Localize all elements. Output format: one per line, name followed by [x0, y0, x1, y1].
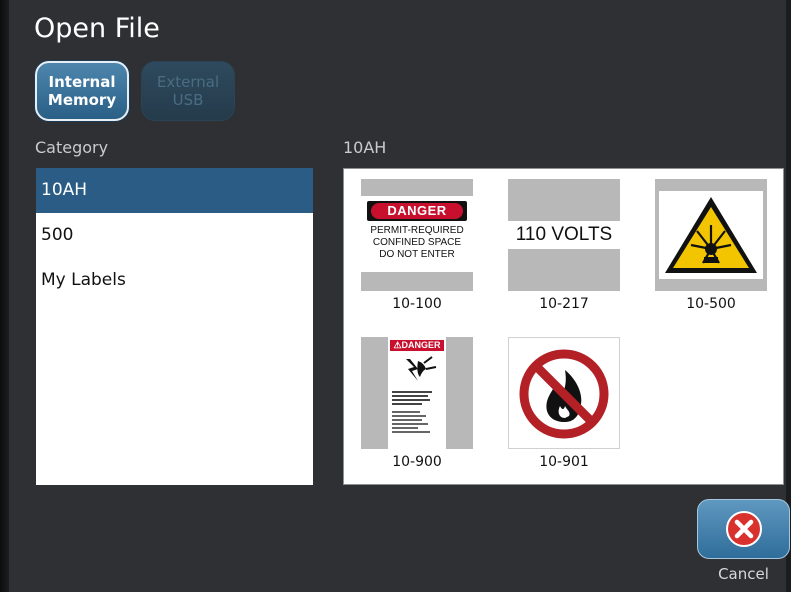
warning-triangle-icon: ⚠	[393, 340, 402, 350]
sign-line-1: PERMIT-REQUIRED	[370, 225, 464, 236]
electrocution-icon	[406, 356, 437, 381]
file-name: 10-500	[686, 296, 736, 312]
sign-line-2: CONFINED SPACE	[372, 237, 462, 248]
internal-memory-label-line1: Internal	[48, 73, 116, 91]
external-usb-button[interactable]: External USB	[141, 61, 235, 121]
file-thumbnail-10-900[interactable]: ⚠DANGER 10-900	[361, 337, 473, 472]
file-thumbnail-panel: DANGER PERMIT-REQUIRED CONFINED SPACE DO…	[343, 168, 784, 485]
external-usb-label-line1: External	[156, 73, 220, 91]
cancel-button[interactable]	[697, 499, 790, 559]
sign-background	[659, 191, 763, 279]
file-thumbnail-10-100[interactable]: DANGER PERMIT-REQUIRED CONFINED SPACE DO…	[361, 179, 473, 314]
file-thumbnail-10-500[interactable]: 10-500	[655, 179, 767, 314]
close-icon	[725, 511, 762, 547]
window-edge	[0, 0, 9, 592]
sign-header-text: DANGER	[401, 340, 441, 350]
file-thumbnail-10-217[interactable]: 110 VOLTS 10-217	[508, 179, 620, 314]
files-header: 10AH	[343, 138, 387, 157]
sign-danger-header: DANGER	[371, 203, 463, 219]
label-preview	[508, 337, 620, 449]
fine-print	[392, 391, 434, 435]
file-thumbnail-10-901[interactable]: 10-901	[508, 337, 620, 472]
category-list: 10AH 500 My Labels	[36, 168, 313, 485]
category-item-500[interactable]: 500	[36, 213, 313, 258]
label-preview: 110 VOLTS	[508, 179, 620, 291]
file-name: 10-901	[539, 454, 589, 470]
label-preview: ⚠DANGER	[361, 337, 473, 449]
sign-danger-header: ⚠DANGER	[390, 340, 444, 351]
internal-memory-label-line2: Memory	[47, 91, 117, 109]
category-header: Category	[35, 138, 109, 157]
sign-line-3: DO NOT ENTER	[379, 249, 455, 260]
internal-memory-button[interactable]: Internal Memory	[35, 61, 129, 121]
explosive-hazard-icon	[665, 197, 757, 273]
category-item-my-labels[interactable]: My Labels	[36, 258, 313, 303]
external-usb-label-line2: USB	[172, 91, 204, 109]
sign-header-bar: DANGER	[367, 201, 467, 221]
file-name: 10-217	[539, 296, 589, 312]
dialog-title: Open File	[34, 13, 160, 44]
file-name: 10-100	[392, 296, 442, 312]
label-preview: DANGER PERMIT-REQUIRED CONFINED SPACE DO…	[361, 179, 473, 291]
sign-background: DANGER PERMIT-REQUIRED CONFINED SPACE DO…	[361, 196, 473, 272]
sign-text: 110 VOLTS	[508, 221, 620, 249]
sign-text: PERMIT-REQUIRED CONFINED SPACE DO NOT EN…	[361, 225, 473, 261]
no-open-flame-icon	[519, 349, 609, 439]
cancel-label: Cancel	[718, 565, 769, 583]
category-item-10ah[interactable]: 10AH	[36, 168, 313, 213]
label-preview	[655, 179, 767, 291]
sign-background: ⚠DANGER	[388, 337, 446, 449]
file-name: 10-900	[392, 454, 442, 470]
